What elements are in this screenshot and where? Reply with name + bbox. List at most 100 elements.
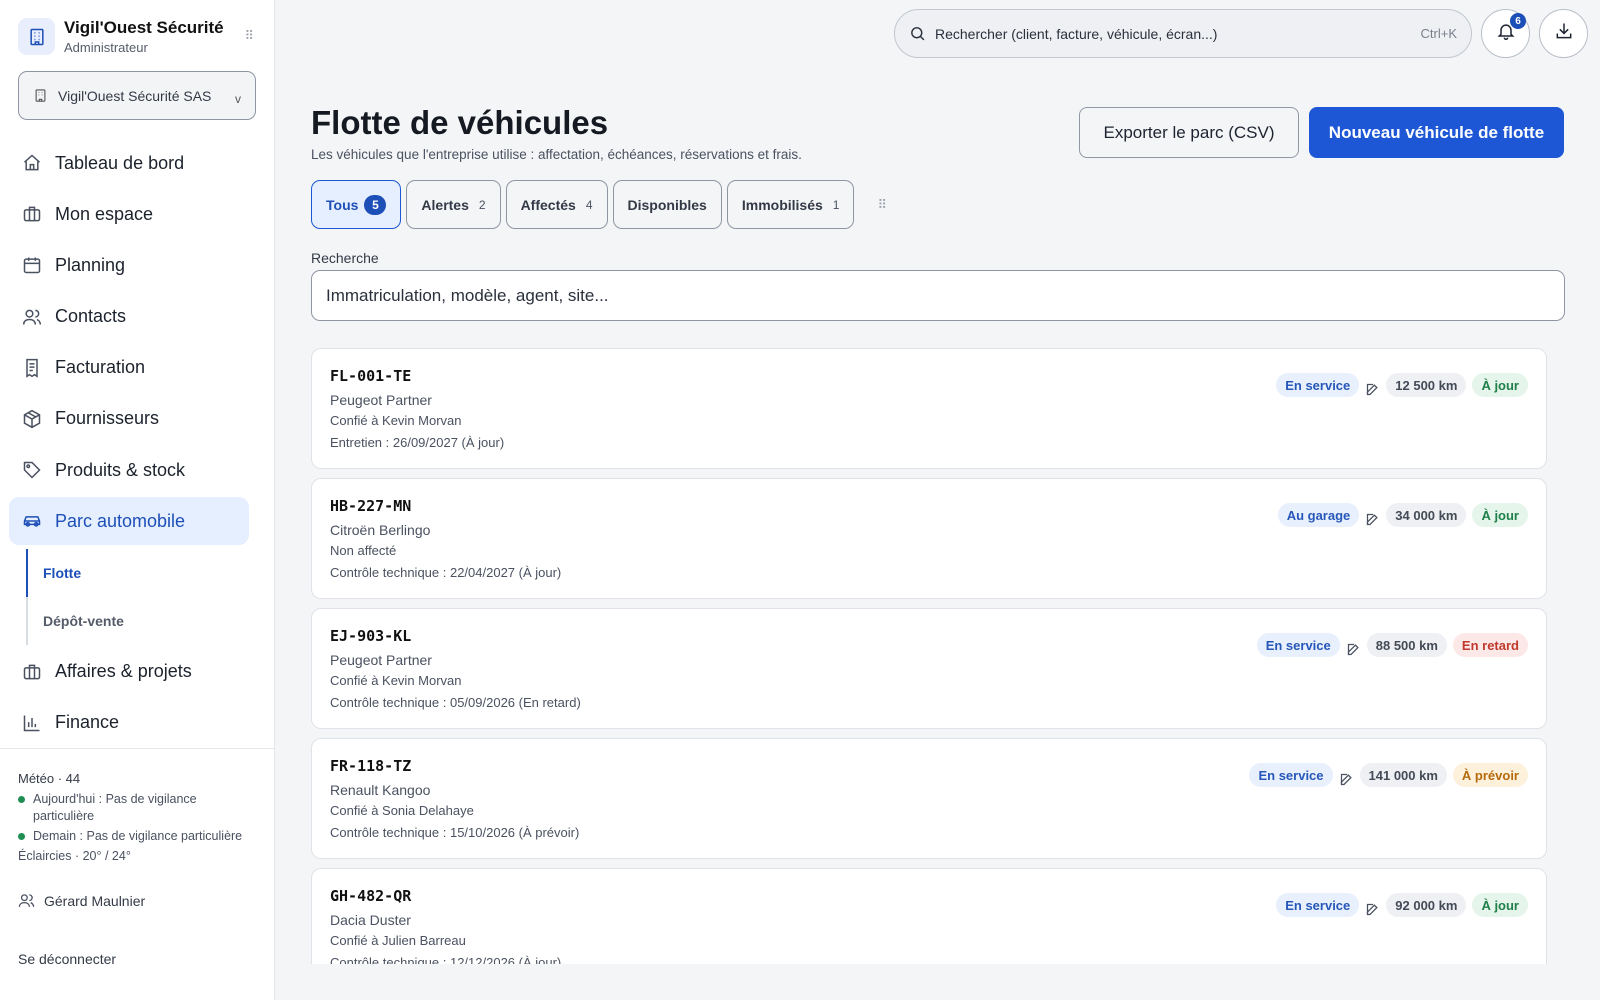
tab-count: 5 (364, 194, 387, 215)
status-badge: En service (1276, 893, 1360, 917)
search-icon (909, 25, 926, 42)
bar-chart-icon (22, 713, 42, 733)
weather-title: Météo · 44 (18, 771, 81, 786)
building-icon (33, 88, 48, 103)
edit-icon[interactable] (1346, 642, 1361, 657)
sidebar-item-label: Contacts (55, 306, 127, 327)
sidebar-item-label: Affaires & projets (55, 661, 192, 681)
sidebar-item-fournisseurs[interactable]: Fournisseurs (9, 395, 249, 443)
organization-select-value: Vigil'Ouest Sécurité SAS (58, 87, 212, 104)
sidebar-item-produits-stock[interactable]: Produits & stock (9, 446, 249, 494)
vehicle-search-input[interactable]: Immatriculation, modèle, agent, site... (311, 270, 1565, 321)
receipt-icon (22, 358, 42, 378)
user-profile[interactable]: Gérard Maulnier (18, 892, 145, 909)
vehicle-due: Contrôle technique : 15/10/2026 (À prévo… (330, 825, 580, 840)
sidebar-item-finance[interactable]: Finance (9, 699, 249, 747)
vehicle-due: Contrôle technique : 22/04/2027 (À jour) (330, 565, 562, 580)
sidebar-item-label: Finance (55, 712, 120, 733)
vehicle-assignment: Confié à Sonia Delahaye (330, 803, 474, 818)
tab-affectes[interactable]: Affectés 4 (505, 180, 608, 229)
active-indicator (26, 548, 28, 597)
global-search[interactable]: Rechercher (client, facture, véhicule, é… (894, 9, 1472, 58)
brand-role: Administrateur (64, 40, 148, 55)
user-name: Gérard Maulnier (44, 892, 146, 909)
page-title: Flotte de véhicules (311, 104, 609, 141)
tab-count: 4 (585, 197, 593, 212)
home-icon (22, 153, 42, 173)
tag-icon (22, 460, 42, 480)
grip-icon[interactable]: ⠿ (877, 197, 887, 213)
subnav-item-flotte[interactable]: Flotte (43, 549, 249, 597)
vehicle-due: Contrôle technique : 05/09/2026 (En reta… (330, 695, 581, 710)
sidebar-item-label: Fournisseurs (55, 408, 160, 429)
package-icon (22, 409, 42, 429)
status-dot (18, 833, 25, 840)
edit-icon[interactable] (1339, 772, 1354, 787)
status-badge: En service (1256, 633, 1340, 657)
download-icon (1554, 21, 1574, 46)
sidebar: Vigil'Ouest Sécurité Administrateur ⠿ Vi… (0, 0, 275, 1000)
briefcase-icon (22, 662, 42, 682)
vehicle-list: FL-001-TE Peugeot Partner Confié à Kevin… (311, 348, 1549, 964)
tab-label: Disponibles (627, 196, 707, 213)
brand: Vigil'Ouest Sécurité Administrateur ⠿ (18, 18, 258, 55)
tab-label: Tous (326, 196, 359, 213)
calendar-icon (22, 255, 42, 275)
edit-icon[interactable] (1365, 512, 1380, 527)
vehicle-card[interactable]: FR-118-TZ Renault Kangoo Confié à Sonia … (311, 738, 1547, 859)
sidebar-item-parc-automobile[interactable]: Parc automobile (9, 497, 249, 546)
vehicle-assignment: Non affecté (330, 543, 397, 558)
vehicle-due: Contrôle technique : 12/12/2026 (À jour) (330, 955, 562, 964)
sidebar-item-label: Facturation (55, 357, 146, 378)
brand-name: Vigil'Ouest Sécurité (64, 18, 224, 37)
vehicle-assignment: Confié à Kevin Morvan (330, 413, 462, 428)
users-icon (22, 307, 42, 327)
sidebar-item-tableau-de-bord[interactable]: Tableau de bord (9, 139, 249, 187)
tab-label: Immobilisés (741, 196, 823, 213)
grip-icon[interactable]: ⠿ (244, 28, 254, 44)
briefcase-icon (22, 204, 42, 224)
tab-count: 2 (478, 197, 486, 212)
vehicle-search-placeholder: Immatriculation, modèle, agent, site... (326, 285, 609, 305)
vehicle-card[interactable]: EJ-903-KL Peugeot Partner Confié à Kevin… (311, 608, 1547, 729)
sidebar-item-label: Produits & stock (55, 459, 186, 480)
edit-icon[interactable] (1365, 902, 1380, 917)
sidebar-item-facturation[interactable]: Facturation (9, 344, 249, 392)
mileage-badge: 92 000 km (1386, 893, 1467, 917)
mileage-badge: 141 000 km (1359, 763, 1447, 787)
vehicle-card[interactable]: HB-227-MN Citroën Berlingo Non affecté C… (311, 478, 1547, 599)
tab-tous[interactable]: Tous 5 (311, 180, 402, 229)
building-icon (18, 18, 55, 55)
shortcut-hint: Ctrl+K (1420, 26, 1457, 41)
user-icon (18, 892, 35, 909)
sidebar-item-contacts[interactable]: Contacts (9, 293, 249, 341)
edit-icon[interactable] (1365, 382, 1380, 397)
download-button[interactable] (1539, 9, 1588, 58)
tab-label: Affectés (520, 196, 576, 213)
notifications-badge: 6 (1510, 13, 1526, 29)
sidebar-item-planning[interactable]: Planning (9, 241, 249, 289)
export-csv-button[interactable]: Exporter le parc (CSV) (1079, 107, 1299, 158)
new-vehicle-button[interactable]: Nouveau véhicule de flotte (1309, 107, 1564, 158)
due-state-badge: À jour (1472, 373, 1528, 397)
logout-link[interactable]: Se déconnecter (18, 951, 116, 967)
notifications-button[interactable]: 6 (1481, 9, 1530, 58)
organization-select[interactable]: Vigil'Ouest Sécurité SAS v (18, 71, 256, 120)
page-subtitle: Les véhicules que l'entreprise utilise :… (311, 147, 802, 162)
filter-tabs: Tous 5 Alertes 2 Affectés 4 Disponibles … (311, 180, 887, 229)
sidebar-item-label: Parc automobile (55, 510, 186, 531)
car-icon (22, 511, 42, 531)
due-state-badge: À jour (1472, 893, 1528, 917)
status-dot (18, 796, 25, 803)
chevron-down-icon: v (235, 92, 241, 106)
vehicle-assignment: Confié à Kevin Morvan (330, 673, 462, 688)
sidebar-item-mon-espace[interactable]: Mon espace (9, 190, 249, 238)
tab-alertes[interactable]: Alertes 2 (406, 180, 501, 229)
tab-immobilises[interactable]: Immobilisés 1 (726, 180, 855, 229)
sidebar-item-affaires-projets[interactable]: Affaires & projets (9, 648, 249, 696)
vehicle-card[interactable]: FL-001-TE Peugeot Partner Confié à Kevin… (311, 348, 1547, 469)
mileage-badge: 88 500 km (1366, 633, 1447, 657)
vehicle-card[interactable]: GH-482-QR Dacia Duster Confié à Julien B… (311, 868, 1547, 964)
subnav-item-depot-vente[interactable]: Dépôt-vente (43, 597, 249, 645)
tab-disponibles[interactable]: Disponibles (612, 180, 722, 229)
